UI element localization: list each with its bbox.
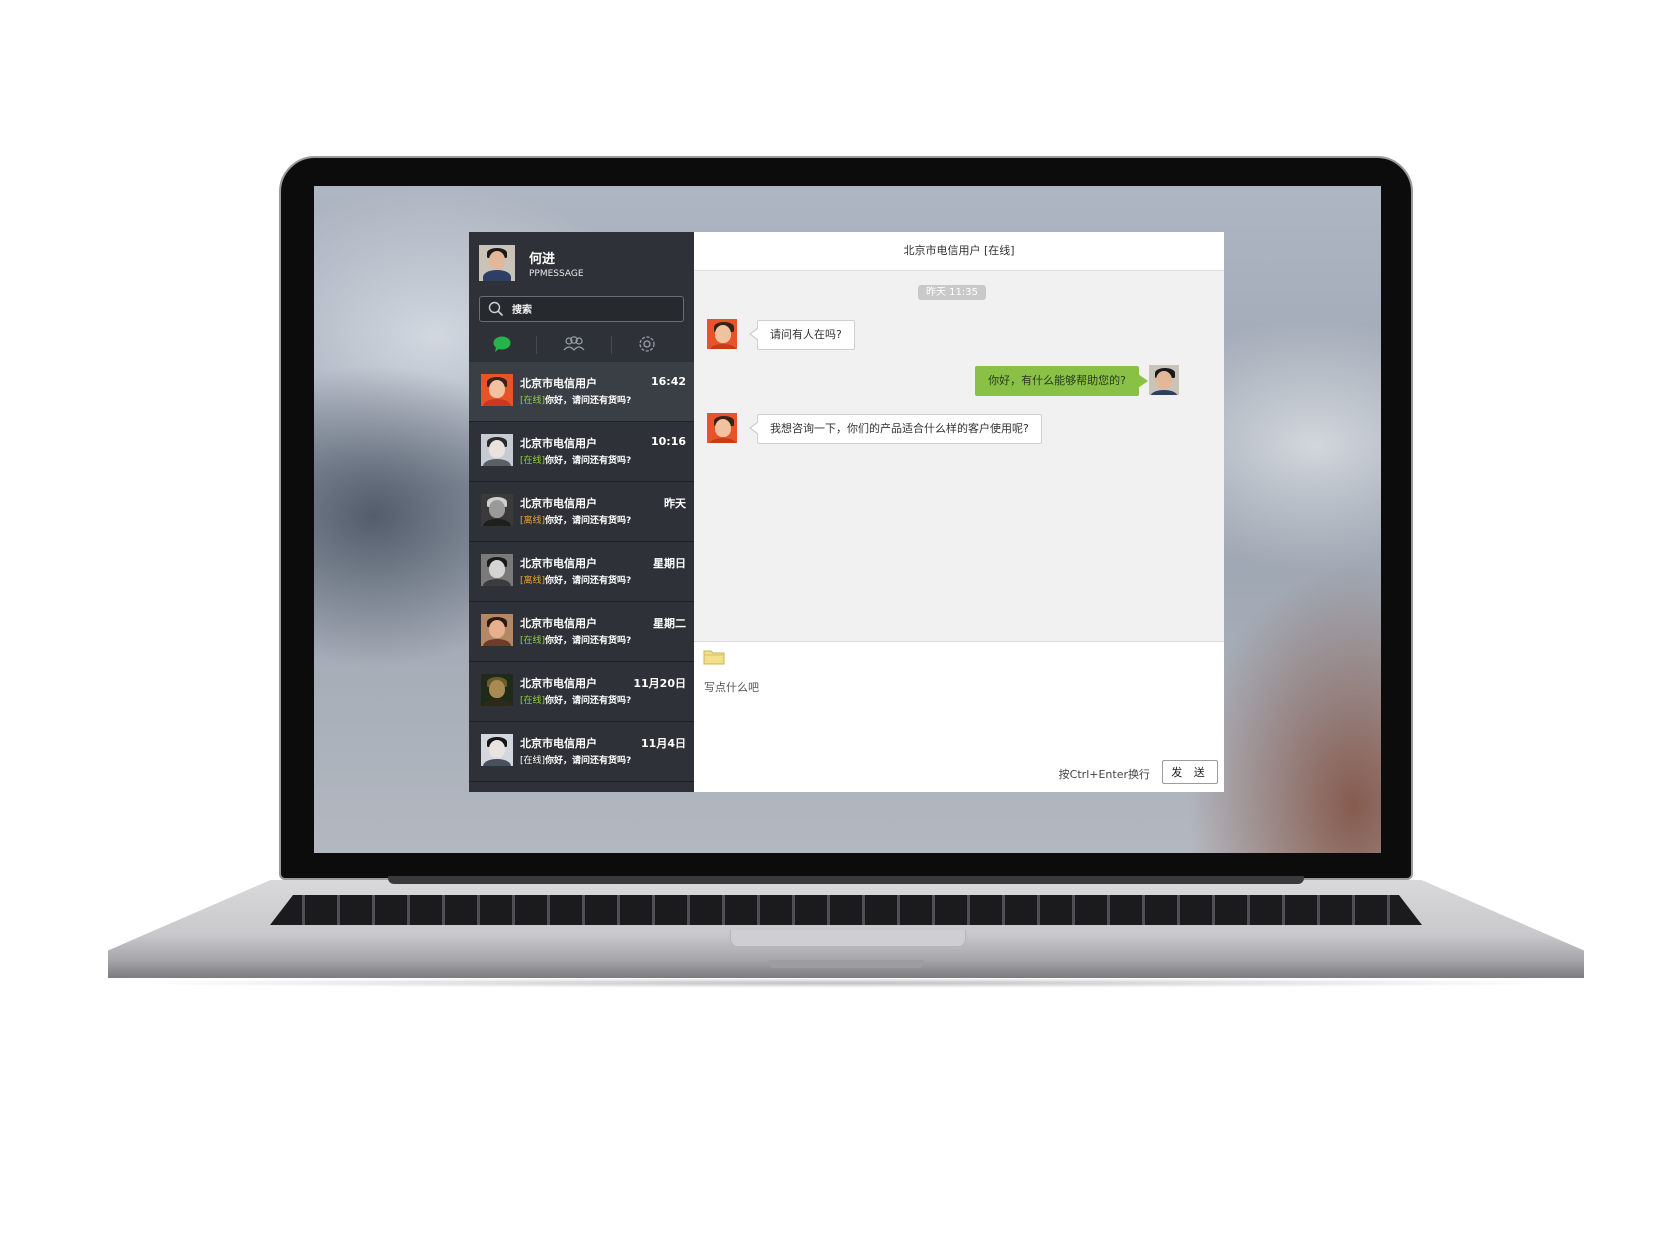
conversation-preview: [离线]你好，请问还有货吗?	[520, 513, 631, 526]
lid-opening-notch	[768, 960, 924, 968]
conversation-item[interactable]: 北京市电信用户 昨天 [离线]你好，请问还有货吗?	[469, 482, 694, 542]
conversation-item[interactable]: 北京市电信用户 10:16 [在线]你好，请问还有货吗?	[469, 422, 694, 482]
conversation-item[interactable]: 北京市电信用户 星期日 [离线]你好，请问还有货吗?	[469, 542, 694, 602]
sidebar-tabs	[469, 328, 694, 363]
conversation-preview: [离线]你好，请问还有货吗?	[520, 573, 631, 586]
conversation-time: 昨天	[664, 497, 686, 510]
contact-avatar[interactable]	[707, 413, 737, 443]
status-badge: [离线]	[520, 516, 546, 526]
message-bubble-incoming: 我想咨询一下，你们的产品适合什么样的客户使用呢?	[749, 414, 1042, 444]
conversation-name: 北京市电信用户	[520, 677, 597, 690]
conversation-preview-text: 你好，请问还有货吗?	[545, 576, 632, 586]
conversation-avatar	[481, 434, 513, 466]
search-box[interactable]	[479, 296, 684, 322]
conversation-name: 北京市电信用户	[520, 497, 597, 510]
send-button[interactable]: 发 送	[1162, 760, 1218, 784]
chat-bubble-icon	[477, 333, 527, 355]
conversation-time: 11月4日	[641, 737, 686, 750]
my-name: 何进	[529, 252, 556, 267]
laptop-hinge	[388, 876, 1304, 884]
tab-chats[interactable]	[477, 333, 527, 357]
conversation-preview: [在线]你好，请问还有货吗?	[520, 393, 631, 406]
chat-title: 北京市电信用户 [在线]	[694, 232, 1224, 271]
trackpad-edge	[730, 930, 966, 947]
conversation-item[interactable]: 北京市电信用户 11月4日 [在线]你好，请问还有货吗?	[469, 722, 694, 782]
my-subtitle: PPMESSAGE	[529, 269, 584, 279]
status-badge: [在线]	[520, 696, 546, 706]
my-avatar[interactable]	[479, 245, 515, 281]
tab-contacts[interactable]	[549, 333, 599, 357]
conversation-preview: [在线]你好，请问还有货吗?	[520, 753, 631, 766]
conversation-name: 北京市电信用户	[520, 617, 597, 630]
chat-app-window: 何进 PPMESSAGE 搜索 北京市电信用户 16:42 [在线]你好，请问还…	[469, 232, 1224, 792]
conversation-preview: [在线]你好，请问还有货吗?	[520, 453, 631, 466]
message-input[interactable]	[702, 677, 1216, 751]
newline-hint: 按Ctrl+Enter换行	[1058, 768, 1150, 781]
message-bubble-outgoing: 你好，有什么能够帮助您的?	[975, 366, 1148, 396]
keyboard-row	[270, 895, 1422, 925]
conversation-avatar	[481, 734, 513, 766]
conversation-time: 星期日	[653, 557, 686, 570]
conversation-name: 北京市电信用户	[520, 437, 597, 450]
folder-icon[interactable]	[703, 648, 725, 669]
conversation-preview: [在线]你好，请问还有货吗?	[520, 693, 631, 706]
conversation-preview-text: 你好，请问还有货吗?	[545, 456, 632, 466]
conversation-item[interactable]: 北京市电信用户 星期二 [在线]你好，请问还有货吗?	[469, 602, 694, 662]
conversation-item[interactable]: 北京市电信用户 11月20日 [在线]你好，请问还有货吗?	[469, 662, 694, 722]
composer: 按Ctrl+Enter换行 发 送	[694, 672, 1224, 792]
status-badge: [在线]	[520, 456, 546, 466]
conversation-name: 北京市电信用户	[520, 377, 597, 390]
tab-divider	[611, 336, 612, 354]
laptop-screen: 何进 PPMESSAGE 搜索 北京市电信用户 16:42 [在线]你好，请问还…	[314, 186, 1381, 853]
conversation-avatar	[481, 614, 513, 646]
gear-icon	[622, 333, 672, 355]
conversation-name: 北京市电信用户	[520, 737, 597, 750]
tab-divider	[536, 336, 537, 354]
conversation-item[interactable]: 北京市电信用户 16:42 [在线]你好，请问还有货吗?	[469, 362, 694, 422]
conversation-time: 11月20日	[633, 677, 686, 690]
tab-settings[interactable]	[622, 333, 672, 357]
my-message-avatar[interactable]	[1149, 365, 1179, 395]
conversation-preview-text: 你好，请问还有货吗?	[545, 756, 632, 766]
search-icon	[488, 301, 504, 321]
conversation-preview-text: 你好，请问还有货吗?	[545, 696, 632, 706]
conversation-preview-text: 你好，请问还有货吗?	[545, 396, 632, 406]
laptop-shadow	[110, 978, 1582, 988]
contacts-icon	[549, 333, 599, 355]
message-area[interactable]: 昨天 11:35 请问有人在吗? 你好，有什么能够帮助您的? 我想咨询一下，你们…	[694, 271, 1224, 641]
conversation-avatar	[481, 554, 513, 586]
contact-avatar[interactable]	[707, 319, 737, 349]
conversation-list: 北京市电信用户 16:42 [在线]你好，请问还有货吗? 北京市电信用户 10:16 [在…	[469, 362, 694, 782]
composer-toolbar	[694, 641, 1224, 673]
conversation-preview-text: 你好，请问还有货吗?	[545, 516, 632, 526]
message-bubble-incoming: 请问有人在吗?	[749, 320, 855, 350]
search-input[interactable]	[510, 300, 679, 320]
conversation-time: 星期二	[653, 617, 686, 630]
status-badge: [在线]	[520, 396, 546, 406]
conversation-preview-text: 你好，请问还有货吗?	[545, 636, 632, 646]
conversation-avatar	[481, 374, 513, 406]
message-timestamp: 昨天 11:35	[918, 285, 986, 300]
conversation-avatar	[481, 494, 513, 526]
status-badge: [在线]	[520, 756, 546, 766]
conversation-time: 10:16	[650, 435, 686, 448]
conversation-time: 16:42	[650, 375, 686, 388]
conversation-preview: [在线]你好，请问还有货吗?	[520, 633, 631, 646]
conversation-avatar	[481, 674, 513, 706]
status-badge: [离线]	[520, 576, 546, 586]
conversation-name: 北京市电信用户	[520, 557, 597, 570]
sidebar: 何进 PPMESSAGE 搜索 北京市电信用户 16:42 [在线]你好，请问还…	[469, 232, 694, 792]
status-badge: [在线]	[520, 636, 546, 646]
